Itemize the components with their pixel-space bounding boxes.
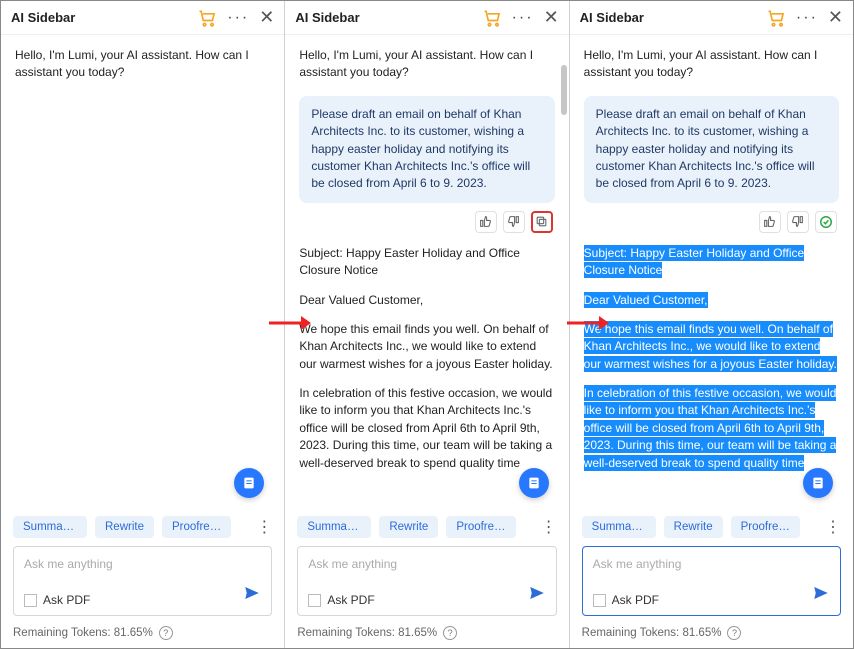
assistant-greeting: Hello, I'm Lumi, your AI assistant. How …: [299, 47, 554, 82]
title-bar: AI Sidebar ··· ✕: [285, 1, 568, 35]
thumbs-down-icon[interactable]: [503, 211, 525, 233]
response-salutation: Dear Valued Customer,: [299, 292, 554, 309]
assistant-response: Subject: Happy Easter Holiday and Office…: [299, 245, 554, 472]
token-status: Remaining Tokens: 81.65% ?: [570, 622, 853, 648]
title-bar: AI Sidebar ··· ✕: [1, 1, 284, 35]
fab-button[interactable]: [803, 468, 833, 498]
chat-area: Hello, I'm Lumi, your AI assistant. How …: [1, 35, 284, 508]
prompt-input[interactable]: Ask me anything Ask PDF: [582, 546, 841, 616]
rewrite-action[interactable]: Rewrite: [95, 516, 154, 538]
proofread-action[interactable]: Proofre…: [731, 516, 800, 538]
thumbs-up-icon[interactable]: [475, 211, 497, 233]
actions-more-icon[interactable]: ⋮: [541, 517, 557, 537]
close-icon[interactable]: ✕: [544, 7, 559, 28]
response-paragraph-1: We hope this email finds you well. On be…: [584, 321, 839, 373]
actions-more-icon[interactable]: ⋮: [256, 517, 272, 537]
panel-title: AI Sidebar: [580, 10, 766, 25]
cart-icon[interactable]: [766, 8, 786, 28]
close-icon[interactable]: ✕: [259, 7, 274, 28]
send-icon[interactable]: [243, 584, 261, 607]
ask-pdf-toggle[interactable]: Ask PDF: [24, 593, 90, 607]
ask-pdf-toggle[interactable]: Ask PDF: [308, 593, 374, 607]
token-status: Remaining Tokens: 81.65% ?: [1, 622, 284, 648]
rewrite-action[interactable]: Rewrite: [379, 516, 438, 538]
help-icon[interactable]: ?: [443, 626, 457, 640]
fab-button[interactable]: [519, 468, 549, 498]
title-bar: AI Sidebar ··· ✕: [570, 1, 853, 35]
cart-icon[interactable]: [482, 8, 502, 28]
input-placeholder: Ask me anything: [593, 557, 682, 571]
help-icon[interactable]: ?: [727, 626, 741, 640]
user-prompt-bubble: Please draft an email on behalf of Khan …: [299, 96, 554, 203]
ask-pdf-label: Ask PDF: [612, 593, 659, 607]
help-icon[interactable]: ?: [159, 626, 173, 640]
feedback-row: [584, 207, 839, 237]
quick-actions: Summar… Rewrite Proofre… ⋮: [1, 508, 284, 546]
quick-actions: Summar… Rewrite Proofre… ⋮: [285, 508, 568, 546]
response-subject: Subject: Happy Easter Holiday and Office…: [584, 245, 839, 280]
tokens-label: Remaining Tokens: 81.65%: [297, 627, 437, 639]
prompt-input[interactable]: Ask me anything Ask PDF: [13, 546, 272, 616]
tokens-label: Remaining Tokens: 81.65%: [582, 627, 722, 639]
assistant-greeting: Hello, I'm Lumi, your AI assistant. How …: [15, 47, 270, 82]
ask-pdf-checkbox[interactable]: [24, 594, 37, 607]
assistant-greeting: Hello, I'm Lumi, your AI assistant. How …: [584, 47, 839, 82]
copy-success-icon[interactable]: [815, 211, 837, 233]
feedback-row: [299, 207, 554, 237]
prompt-input[interactable]: Ask me anything Ask PDF: [297, 546, 556, 616]
quick-actions: Summar… Rewrite Proofre… ⋮: [570, 508, 853, 546]
ask-pdf-toggle[interactable]: Ask PDF: [593, 593, 659, 607]
ai-sidebar-panel-2: AI Sidebar ··· ✕ Hello, I'm Lumi, your A…: [285, 1, 569, 648]
cart-icon[interactable]: [197, 8, 217, 28]
assistant-response-selected: Subject: Happy Easter Holiday and Office…: [584, 245, 839, 472]
chat-area: Hello, I'm Lumi, your AI assistant. How …: [285, 35, 568, 508]
close-icon[interactable]: ✕: [828, 7, 843, 28]
panel-title: AI Sidebar: [295, 10, 481, 25]
summarize-action[interactable]: Summar…: [582, 516, 656, 538]
send-icon[interactable]: [528, 584, 546, 607]
response-salutation: Dear Valued Customer,: [584, 292, 839, 309]
tokens-label: Remaining Tokens: 81.65%: [13, 627, 153, 639]
ask-pdf-checkbox[interactable]: [308, 594, 321, 607]
ai-sidebar-panel-3: AI Sidebar ··· ✕ Hello, I'm Lumi, your A…: [570, 1, 853, 648]
token-status: Remaining Tokens: 81.65% ?: [285, 622, 568, 648]
user-prompt-bubble: Please draft an email on behalf of Khan …: [584, 96, 839, 203]
proofread-action[interactable]: Proofre…: [446, 516, 515, 538]
actions-more-icon[interactable]: ⋮: [825, 517, 841, 537]
scrollbar-thumb[interactable]: [561, 65, 567, 115]
more-menu-icon[interactable]: ···: [227, 9, 249, 27]
response-paragraph-1: We hope this email finds you well. On be…: [299, 321, 554, 373]
summarize-action[interactable]: Summar…: [13, 516, 87, 538]
response-subject: Subject: Happy Easter Holiday and Office…: [299, 245, 554, 280]
response-paragraph-2: In celebration of this festive occasion,…: [584, 385, 839, 472]
guide-arrow-icon: [565, 313, 605, 333]
input-placeholder: Ask me anything: [308, 557, 397, 571]
thumbs-up-icon[interactable]: [759, 211, 781, 233]
rewrite-action[interactable]: Rewrite: [664, 516, 723, 538]
thumbs-down-icon[interactable]: [787, 211, 809, 233]
summarize-action[interactable]: Summar…: [297, 516, 371, 538]
ask-pdf-checkbox[interactable]: [593, 594, 606, 607]
proofread-action[interactable]: Proofre…: [162, 516, 231, 538]
panel-title: AI Sidebar: [11, 10, 197, 25]
copy-icon[interactable]: [531, 211, 553, 233]
input-placeholder: Ask me anything: [24, 557, 113, 571]
chat-area: Hello, I'm Lumi, your AI assistant. How …: [570, 35, 853, 508]
more-menu-icon[interactable]: ···: [796, 9, 818, 27]
ai-sidebar-panel-1: AI Sidebar ··· ✕ Hello, I'm Lumi, your A…: [1, 1, 285, 648]
ask-pdf-label: Ask PDF: [327, 593, 374, 607]
response-paragraph-2: In celebration of this festive occasion,…: [299, 385, 554, 472]
ask-pdf-label: Ask PDF: [43, 593, 90, 607]
more-menu-icon[interactable]: ···: [512, 9, 534, 27]
send-icon[interactable]: [812, 584, 830, 607]
guide-arrow-icon: [267, 313, 307, 333]
